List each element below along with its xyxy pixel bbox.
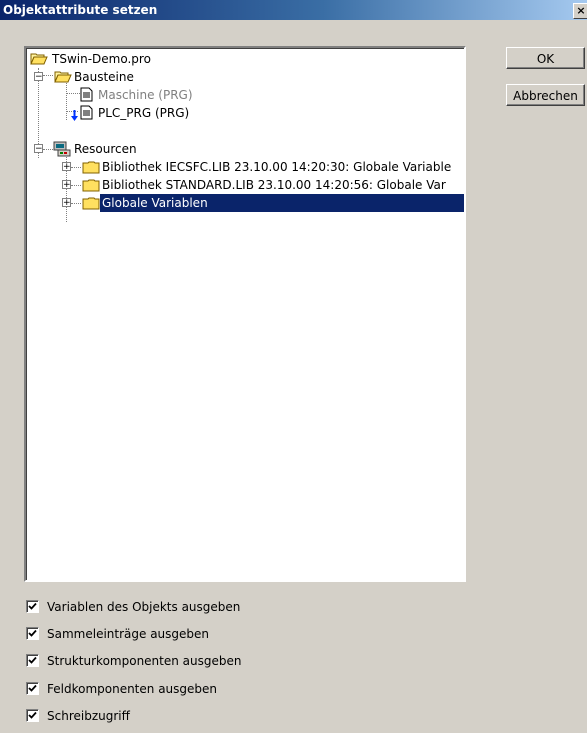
collapse-expander[interactable]: − [34, 144, 43, 154]
tree-label-bausteine: Bausteine [74, 70, 134, 84]
open-folder-icon [54, 71, 72, 83]
tree-line [43, 75, 53, 76]
tree-label-plc-prg: PLC_PRG (PRG) [98, 106, 190, 120]
tree-label-maschine: Maschine (PRG) [98, 88, 193, 102]
check-icon [28, 684, 37, 692]
checkbox[interactable] [26, 654, 39, 667]
folder-icon [82, 179, 100, 192]
checkbox[interactable] [26, 627, 39, 640]
close-button[interactable]: × [573, 3, 587, 19]
expand-expander[interactable]: + [62, 198, 71, 208]
collapse-expander[interactable]: − [34, 72, 43, 82]
tree-line [71, 167, 81, 168]
folder-icon [82, 161, 100, 174]
checkbox[interactable] [26, 682, 39, 695]
resources-icon [53, 141, 71, 157]
title-bar: Objektattribute setzen × [0, 0, 587, 20]
check-icon [28, 629, 37, 637]
check-icon [28, 656, 37, 664]
ok-button[interactable]: OK [506, 47, 585, 69]
option-label: Variablen des Objekts ausgeben [47, 600, 241, 614]
tree-line [71, 185, 81, 186]
tree-label-resourcen: Resourcen [74, 142, 137, 156]
tree-label-root: TSwin-Demo.pro [52, 52, 151, 66]
tree-label-globale-variablen: Globale Variablen [100, 194, 464, 212]
tree-line [43, 149, 53, 150]
checkbox[interactable] [26, 709, 39, 722]
checkbox[interactable] [26, 600, 39, 613]
check-icon [28, 602, 37, 610]
tree-line [66, 80, 67, 120]
expand-expander[interactable]: + [62, 162, 71, 172]
document-icon [80, 87, 93, 102]
expand-expander[interactable]: + [62, 180, 71, 190]
window-title: Objektattribute setzen [3, 3, 158, 17]
cancel-button[interactable]: Abbrechen [506, 84, 585, 106]
tree-label-lib-iecsfc: Bibliothek IECSFC.LIB 23.10.00 14:20:30:… [102, 160, 452, 174]
folder-icon [82, 197, 100, 210]
check-icon [28, 711, 37, 719]
entry-arrow-icon [71, 110, 78, 121]
option-label: Feldkomponenten ausgeben [47, 682, 218, 696]
tree-line [66, 93, 80, 94]
option-label: Schreibzugriff [47, 709, 130, 723]
document-icon [80, 105, 93, 120]
tree-node-globale-variablen[interactable]: + Globale Variablen [62, 194, 464, 212]
open-folder-icon [30, 53, 48, 65]
object-tree[interactable]: TSwin-Demo.pro − Bausteine Maschine (PRG… [24, 46, 466, 582]
option-label: Sammeleinträge ausgeben [47, 627, 210, 641]
tree-label-lib-standard: Bibliothek STANDARD.LIB 23.10.00 14:20:5… [102, 178, 446, 192]
option-label: Strukturkomponenten ausgeben [47, 654, 242, 668]
